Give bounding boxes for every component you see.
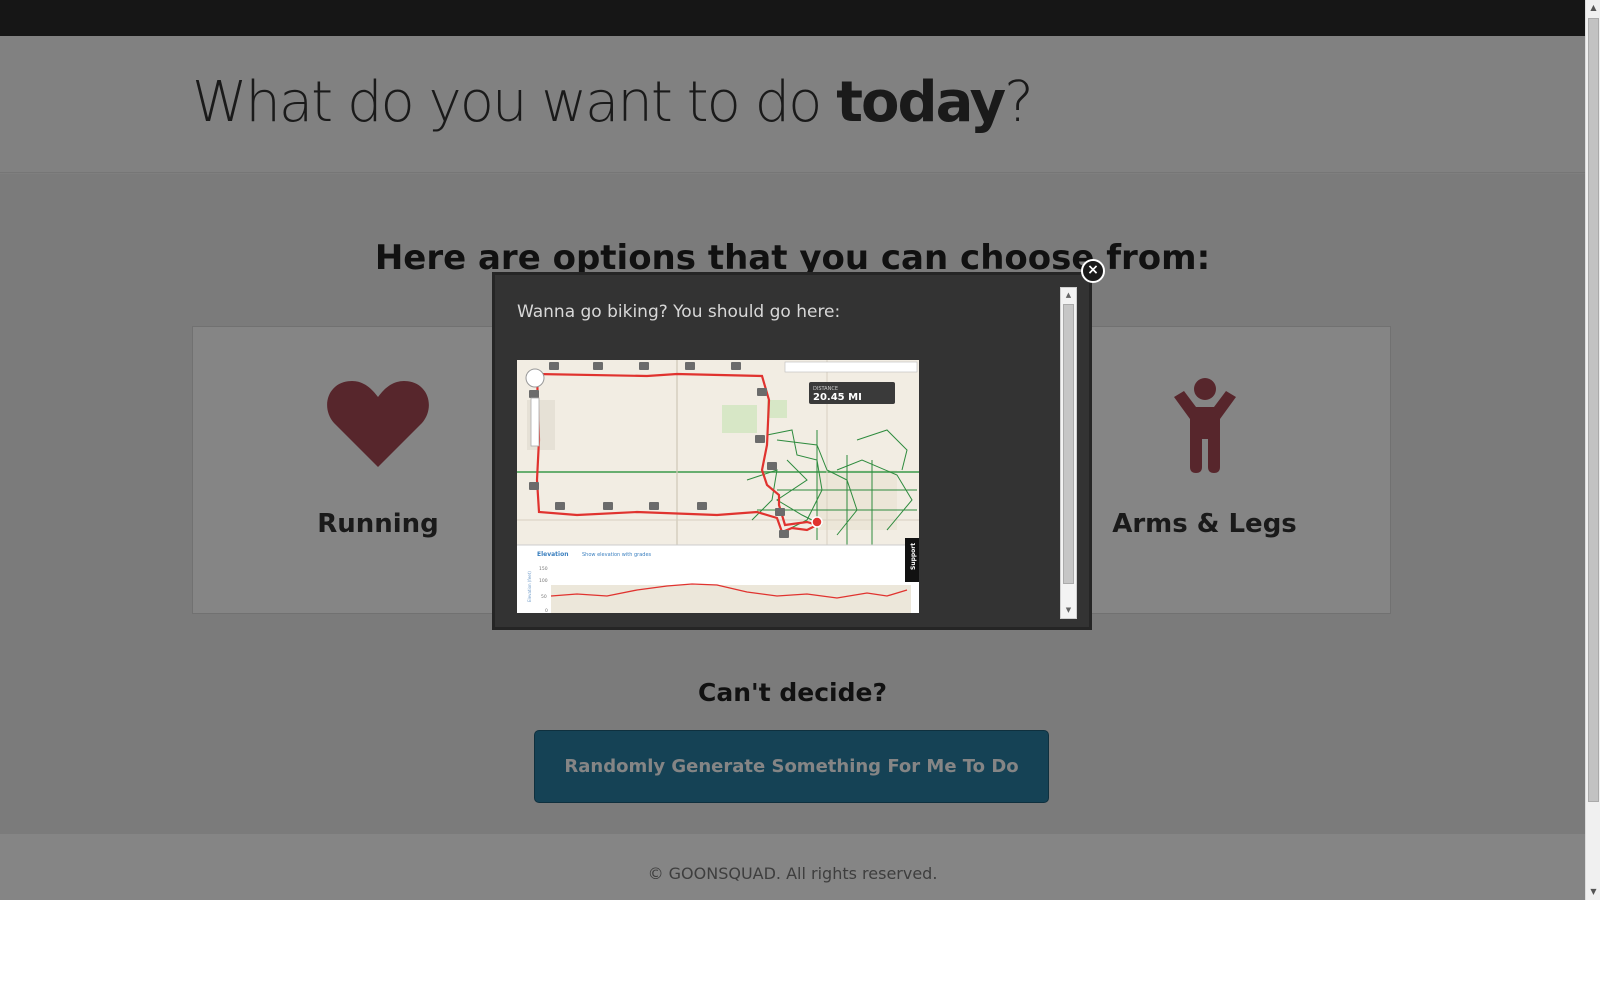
- elevation-tick: 100: [539, 578, 548, 584]
- route-map: DISTANCE 20.45 MI Elevation Show elevati…: [517, 360, 919, 613]
- elevation-link[interactable]: Show elevation with grades: [582, 552, 652, 558]
- page-scrollbar[interactable]: ▲ ▼: [1585, 0, 1600, 900]
- scroll-up-icon[interactable]: ▲: [1061, 288, 1076, 303]
- elevation-tick: 0: [545, 608, 548, 613]
- scroll-down-icon[interactable]: ▼: [1061, 603, 1076, 618]
- elevation-label: Elevation: [537, 551, 569, 558]
- page-scroll-thumb[interactable]: [1588, 18, 1599, 802]
- elevation-tick: 150: [539, 566, 548, 572]
- modal-close-button[interactable]: ×: [1081, 259, 1105, 283]
- support-tab[interactable]: Support: [910, 543, 917, 570]
- page-viewport: What do you want to do today? Here are o…: [0, 0, 1585, 900]
- scroll-down-icon[interactable]: ▼: [1586, 884, 1600, 900]
- elevation-axis-label: Elevation (feet): [527, 571, 532, 602]
- distance-value: 20.45 MI: [813, 392, 862, 403]
- modal-message: Wanna go biking? You should go here:: [517, 302, 841, 322]
- modal-scroll-thumb[interactable]: [1063, 304, 1074, 584]
- route-map-embed[interactable]: DISTANCE 20.45 MI Elevation Show elevati…: [517, 360, 919, 613]
- modal-scrollbar[interactable]: ▲ ▼: [1060, 287, 1077, 619]
- scroll-up-icon[interactable]: ▲: [1586, 0, 1600, 16]
- suggestion-modal: Wanna go biking? You should go here: DIS…: [492, 272, 1092, 630]
- elevation-tick: 50: [541, 594, 547, 600]
